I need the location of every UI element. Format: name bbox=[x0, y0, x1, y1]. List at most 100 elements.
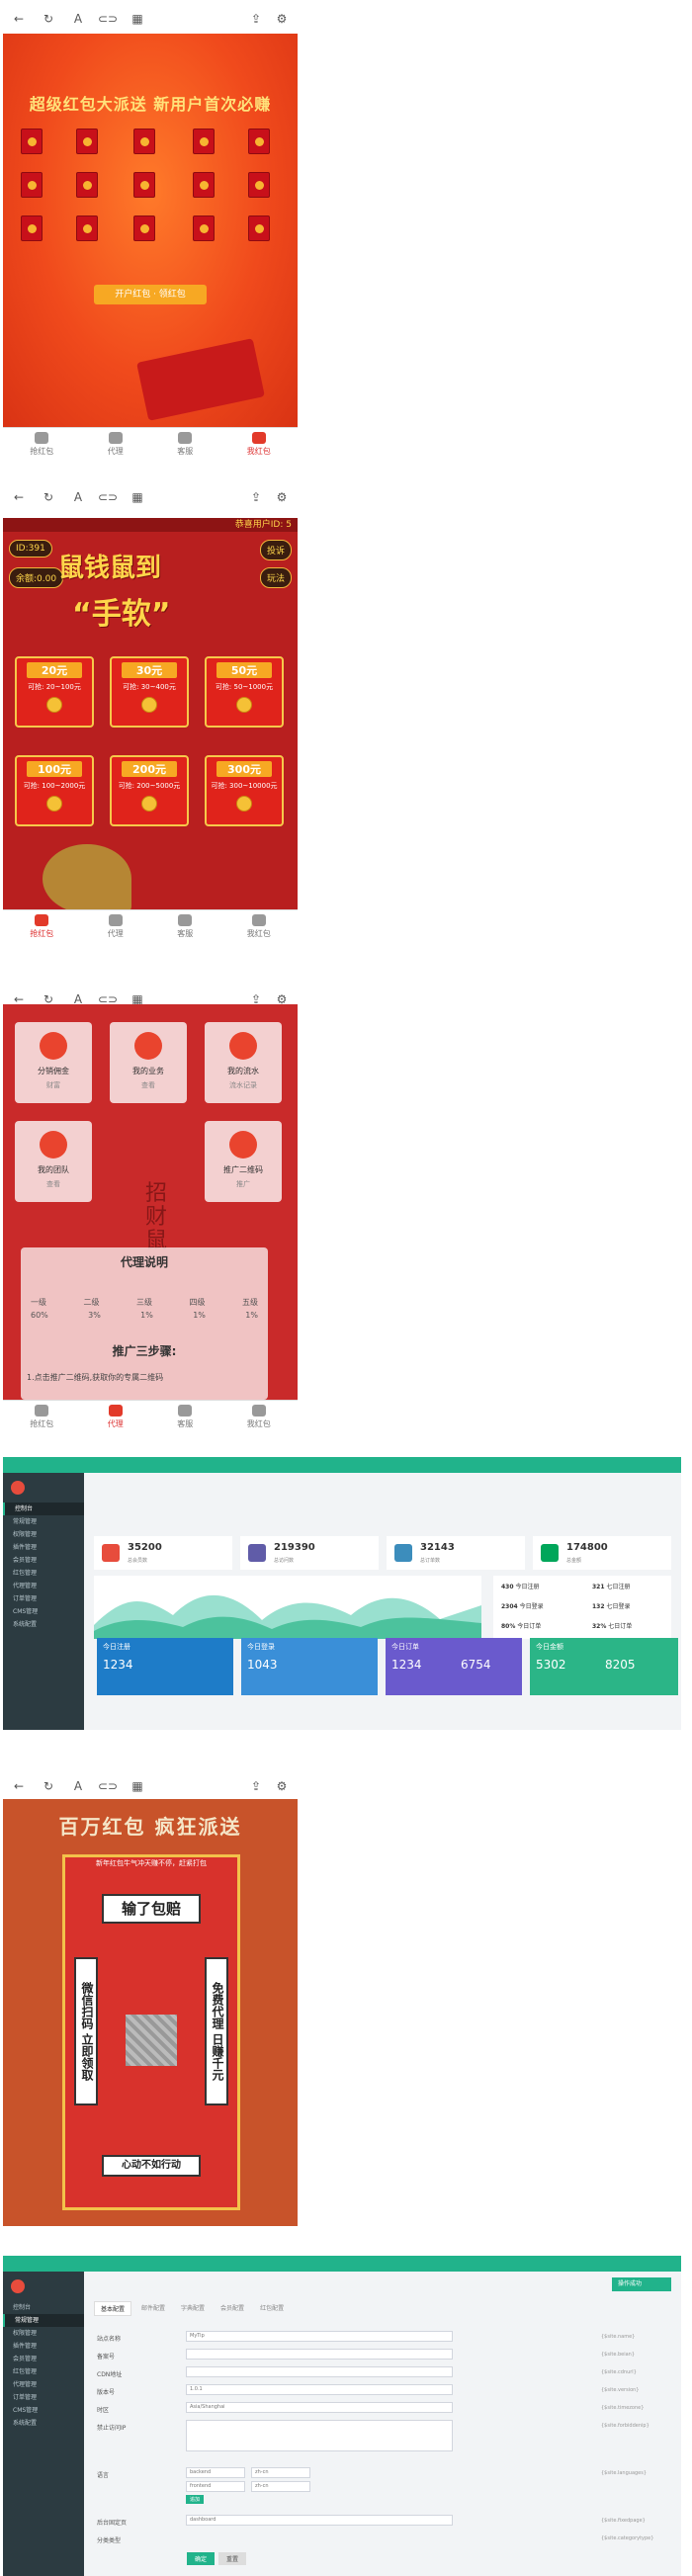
font-icon[interactable]: A bbox=[71, 12, 85, 26]
prize-card[interactable]: 100元 可抢: 100~2000元 bbox=[15, 755, 94, 826]
beian-input[interactable] bbox=[186, 2349, 453, 2360]
tab-agent[interactable]: 代理 bbox=[108, 432, 124, 457]
sidebar-item[interactable]: 系统配置 bbox=[3, 1618, 84, 1631]
sidebar-item[interactable]: 代理管理 bbox=[3, 2378, 84, 2391]
font-icon[interactable]: A bbox=[71, 490, 85, 504]
site-name-input[interactable]: MyTip bbox=[186, 2331, 453, 2342]
fixed-page-input[interactable]: dashboard bbox=[186, 2515, 453, 2526]
link-icon[interactable]: ⊂⊃ bbox=[98, 12, 118, 26]
link-icon[interactable]: ⊂⊃ bbox=[98, 490, 118, 504]
qr-code[interactable] bbox=[126, 2015, 177, 2066]
prize-card[interactable]: 50元 可抢: 50~1000元 bbox=[205, 656, 284, 728]
tab-my-packet[interactable]: 我红包 bbox=[247, 1405, 271, 1429]
tab-agent[interactable]: 代理 bbox=[108, 1405, 124, 1429]
menu-business[interactable]: 我的业务 查看 bbox=[110, 1022, 187, 1103]
sidebar-item[interactable]: 插件管理 bbox=[3, 2340, 84, 2353]
red-envelope[interactable] bbox=[133, 129, 155, 154]
settings-icon[interactable]: ⚙ bbox=[275, 12, 289, 26]
refresh-icon[interactable]: ↻ bbox=[42, 12, 55, 26]
back-icon[interactable]: ← bbox=[12, 1779, 26, 1793]
sidebar-item[interactable]: 权限管理 bbox=[3, 2327, 84, 2340]
red-envelope[interactable] bbox=[248, 129, 270, 154]
tab-red-packet[interactable]: 抢红包 bbox=[30, 1405, 53, 1429]
share-icon[interactable]: ⇪ bbox=[249, 490, 263, 504]
back-icon[interactable]: ← bbox=[12, 12, 26, 26]
red-envelope[interactable] bbox=[193, 129, 215, 154]
red-envelope[interactable] bbox=[248, 215, 270, 241]
sidebar-item[interactable]: 订单管理 bbox=[3, 2391, 84, 2404]
font-icon[interactable]: A bbox=[71, 1779, 85, 1793]
prize-card[interactable]: 20元 可抢: 20~100元 bbox=[15, 656, 94, 728]
share-icon[interactable]: ⇪ bbox=[249, 12, 263, 26]
tab-email[interactable]: 邮件配置 bbox=[135, 2301, 171, 2316]
refresh-icon[interactable]: ↻ bbox=[42, 490, 55, 504]
complaint-button[interactable]: 投诉 bbox=[259, 540, 292, 560]
sidebar-item[interactable]: CMS管理 bbox=[3, 1605, 84, 1618]
prize-card[interactable]: 30元 可抢: 30~400元 bbox=[110, 656, 189, 728]
lang-key-input[interactable]: backend bbox=[186, 2467, 245, 2478]
cdn-input[interactable] bbox=[186, 2366, 453, 2377]
tab-my-packet[interactable]: 我红包 bbox=[247, 432, 271, 457]
sidebar-item[interactable]: 常规管理 bbox=[3, 1515, 84, 1528]
sidebar-item[interactable]: CMS管理 bbox=[3, 2404, 84, 2417]
sidebar-item[interactable]: 订单管理 bbox=[3, 1592, 84, 1605]
tab-service[interactable]: 客服 bbox=[177, 914, 193, 939]
sidebar-item[interactable]: 系统配置 bbox=[3, 2417, 84, 2430]
red-envelope[interactable] bbox=[133, 172, 155, 198]
sidebar-item[interactable]: 代理管理 bbox=[3, 1580, 84, 1592]
timezone-input[interactable]: Asia/Shanghai bbox=[186, 2402, 453, 2413]
red-envelope[interactable] bbox=[133, 215, 155, 241]
calendar-icon[interactable]: ▦ bbox=[130, 490, 144, 504]
tab-dict[interactable]: 字典配置 bbox=[175, 2301, 211, 2316]
sidebar-item[interactable]: 控制台 bbox=[3, 1503, 84, 1515]
sidebar-item[interactable]: 红包管理 bbox=[3, 1567, 84, 1580]
tab-my-packet[interactable]: 我红包 bbox=[247, 914, 271, 939]
red-envelope[interactable] bbox=[21, 129, 43, 154]
red-envelope[interactable] bbox=[76, 215, 98, 241]
version-input[interactable]: 1.0.1 bbox=[186, 2384, 453, 2395]
back-icon[interactable]: ← bbox=[12, 490, 26, 504]
add-row-button[interactable]: 追加 bbox=[186, 2495, 205, 2504]
red-envelope[interactable] bbox=[76, 129, 98, 154]
sidebar-item[interactable]: 会员管理 bbox=[3, 2353, 84, 2365]
tab-service[interactable]: 客服 bbox=[177, 1405, 193, 1429]
tab-agent[interactable]: 代理 bbox=[108, 914, 124, 939]
red-envelope[interactable] bbox=[193, 172, 215, 198]
forbidden-ip-textarea[interactable] bbox=[186, 2420, 453, 2451]
calendar-icon[interactable]: ▦ bbox=[130, 12, 144, 26]
menu-commission[interactable]: 分销佣金 财富 bbox=[15, 1022, 92, 1103]
sidebar-item[interactable]: 插件管理 bbox=[3, 1541, 84, 1554]
sidebar-item[interactable]: 会员管理 bbox=[3, 1554, 84, 1567]
share-icon[interactable]: ⇪ bbox=[249, 1779, 263, 1793]
red-envelope[interactable] bbox=[21, 172, 43, 198]
lang-value-input[interactable]: zh-cn bbox=[251, 2481, 310, 2492]
tab-member[interactable]: 会员配置 bbox=[215, 2301, 250, 2316]
red-envelope[interactable] bbox=[248, 172, 270, 198]
tab-basic[interactable]: 基本配置 bbox=[94, 2301, 132, 2316]
menu-team[interactable]: 我的团队 查看 bbox=[15, 1121, 92, 1202]
prize-card[interactable]: 200元 可抢: 200~5000元 bbox=[110, 755, 189, 826]
sidebar-item[interactable]: 权限管理 bbox=[3, 1528, 84, 1541]
reset-button[interactable]: 重置 bbox=[218, 2552, 247, 2565]
prize-card[interactable]: 300元 可抢: 300~10000元 bbox=[205, 755, 284, 826]
menu-flow[interactable]: 我的流水 流水记录 bbox=[205, 1022, 282, 1103]
confirm-button[interactable]: 确定 bbox=[187, 2552, 216, 2565]
red-envelope[interactable] bbox=[21, 215, 43, 241]
menu-qrcode[interactable]: 推广二维码 推广 bbox=[205, 1121, 282, 1202]
tab-red-packet[interactable]: 抢红包 bbox=[30, 432, 53, 457]
sidebar-item[interactable]: 红包管理 bbox=[3, 2365, 84, 2378]
tab-packet[interactable]: 红包配置 bbox=[254, 2301, 290, 2316]
lang-value-input[interactable]: zh-cn bbox=[251, 2467, 310, 2478]
claim-button[interactable]: 开户红包 · 领红包 bbox=[94, 285, 207, 304]
sidebar-item[interactable]: 常规管理 bbox=[3, 2314, 84, 2327]
sidebar-item[interactable]: 控制台 bbox=[3, 2301, 84, 2314]
red-envelope[interactable] bbox=[76, 172, 98, 198]
calendar-icon[interactable]: ▦ bbox=[130, 1779, 144, 1793]
tab-red-packet[interactable]: 抢红包 bbox=[30, 914, 53, 939]
refresh-icon[interactable]: ↻ bbox=[42, 1779, 55, 1793]
link-icon[interactable]: ⊂⊃ bbox=[98, 1779, 118, 1793]
settings-icon[interactable]: ⚙ bbox=[275, 490, 289, 504]
tab-service[interactable]: 客服 bbox=[177, 432, 193, 457]
lang-key-input[interactable]: frontend bbox=[186, 2481, 245, 2492]
rules-button[interactable]: 玩法 bbox=[259, 567, 292, 588]
